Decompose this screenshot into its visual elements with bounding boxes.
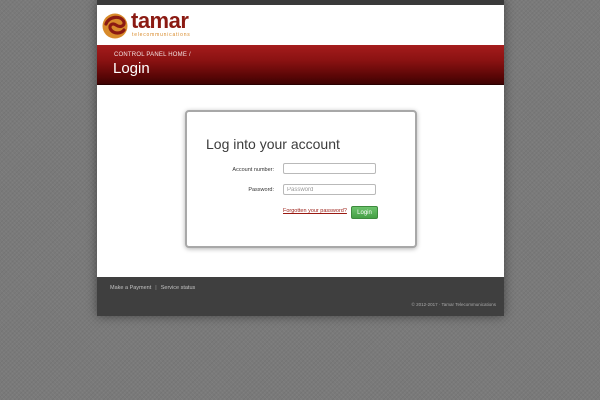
footer-link-separator: | bbox=[155, 285, 157, 291]
breadcrumb-control-panel-home[interactable]: CONTROL PANEL HOME bbox=[114, 52, 187, 58]
account-number-label: Account number: bbox=[232, 167, 274, 173]
breadcrumb: CONTROL PANEL HOME / bbox=[114, 52, 191, 58]
password-label: Password: bbox=[248, 187, 274, 193]
footer-links: Make a Payment | Service status bbox=[110, 285, 195, 291]
footer-link-make-payment[interactable]: Make a Payment bbox=[110, 285, 151, 291]
site-footer: Make a Payment | Service status © 2012-201… bbox=[97, 277, 504, 316]
footer-link-service-status[interactable]: Service status bbox=[161, 285, 196, 291]
copyright-notice: © 2012-2017 · Tamar Telecommunications bbox=[411, 302, 496, 307]
login-button[interactable]: Login bbox=[351, 206, 378, 219]
login-panel: Log into your account Account number: Pa… bbox=[185, 110, 417, 248]
page-title: Login bbox=[113, 60, 150, 77]
forgot-password-link[interactable]: Forgotten your password? bbox=[283, 208, 347, 214]
logo-swirl-icon bbox=[102, 13, 128, 39]
breadcrumb-separator: / bbox=[188, 52, 191, 58]
page-container: tamar telecommunications CONTROL PANEL H… bbox=[97, 0, 504, 316]
logo-tagline: telecommunications bbox=[132, 32, 191, 38]
page-banner: CONTROL PANEL HOME / Login bbox=[97, 45, 504, 85]
site-header: tamar telecommunications bbox=[97, 5, 504, 45]
password-input[interactable] bbox=[283, 184, 376, 195]
logo-wordmark: tamar bbox=[131, 8, 189, 33]
tamar-logo[interactable]: tamar telecommunications bbox=[101, 8, 231, 43]
login-heading: Log into your account bbox=[206, 136, 340, 152]
account-number-input[interactable] bbox=[283, 163, 376, 174]
